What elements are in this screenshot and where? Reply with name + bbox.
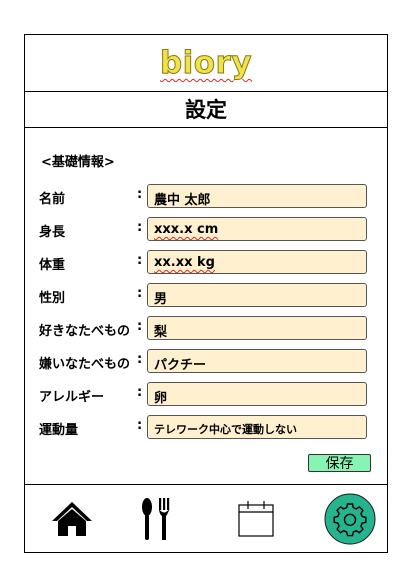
field-row-name: 名前 : 農中 太郎 — [25, 184, 387, 208]
home-icon — [52, 502, 92, 536]
app-frame: biory 設定 <基礎情報> 名前 : 農中 太郎 身長 : xxx.x cm… — [24, 34, 388, 553]
calendar-icon — [238, 501, 274, 537]
settings-content: <基礎情報> 名前 : 農中 太郎 身長 : xxx.x cm 体重 : xx.… — [25, 127, 387, 484]
field-row-gender: 性別 : 男 — [25, 283, 387, 307]
field-colon: : — [137, 220, 143, 235]
field-row-favorite-food: 好きなたべもの : 梨 — [25, 316, 387, 340]
field-row-weight: 体重 : xx.xx kg — [25, 250, 387, 274]
field-label: 運動量 — [39, 423, 79, 438]
field-colon: : — [137, 418, 143, 433]
section-label: <基礎情報> — [41, 155, 115, 170]
field-label: 好きなたべもの — [39, 324, 131, 339]
height-field[interactable]: xxx.x cm — [147, 217, 367, 241]
disliked-food-field[interactable]: パクチー — [147, 349, 367, 373]
app-header: biory — [25, 35, 387, 92]
field-colon: : — [137, 253, 143, 268]
field-label: 身長 — [39, 225, 66, 240]
field-row-allergy: アレルギー : 卵 — [25, 382, 387, 406]
field-colon: : — [137, 187, 143, 202]
weight-field[interactable]: xx.xx kg — [147, 250, 367, 274]
title-bar: 設定 — [25, 91, 387, 128]
field-colon: : — [137, 286, 143, 301]
nav-settings[interactable] — [315, 485, 385, 553]
nav-calendar[interactable] — [221, 485, 291, 553]
field-label: 名前 — [39, 192, 66, 207]
field-colon: : — [137, 385, 143, 400]
field-label: 性別 — [39, 291, 66, 306]
exercise-field[interactable]: テレワーク中心で運動しない — [147, 415, 367, 439]
gear-icon — [324, 493, 376, 545]
field-colon: : — [137, 319, 143, 334]
favorite-food-field[interactable]: 梨 — [147, 316, 367, 340]
fork-spoon-icon — [142, 498, 170, 540]
page-title: 設定 — [185, 98, 227, 122]
bottom-nav — [25, 484, 387, 553]
nav-meals[interactable] — [121, 485, 191, 553]
field-row-exercise: 運動量 : テレワーク中心で運動しない — [25, 415, 387, 439]
allergy-field[interactable]: 卵 — [147, 382, 367, 406]
field-row-height: 身長 : xxx.x cm — [25, 217, 387, 241]
app-logo: biory — [159, 45, 253, 82]
save-button[interactable]: 保存 — [308, 454, 371, 472]
field-colon: : — [137, 352, 143, 367]
nav-home[interactable] — [37, 485, 107, 553]
field-label: 嫌いなたべもの — [39, 357, 131, 372]
field-label: アレルギー — [39, 390, 105, 405]
field-label: 体重 — [39, 258, 66, 273]
name-field[interactable]: 農中 太郎 — [147, 184, 367, 208]
gender-field[interactable]: 男 — [147, 283, 367, 307]
field-row-disliked-food: 嫌いなたべもの : パクチー — [25, 349, 387, 373]
